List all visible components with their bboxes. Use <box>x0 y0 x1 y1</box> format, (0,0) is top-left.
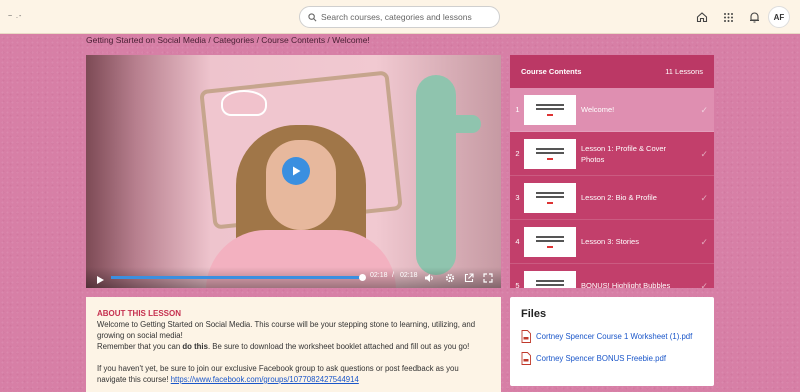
file-name: Cortney Spencer BONUS Freebie.pdf <box>536 354 667 363</box>
lesson-thumbnail <box>524 270 576 288</box>
lesson-count: 11 Lessons <box>665 67 703 76</box>
lesson-number: 5 <box>515 281 520 288</box>
search-input[interactable]: Search courses, categories and lessons <box>299 6 500 28</box>
popout-icon[interactable] <box>463 272 474 283</box>
top-bar: ~ .- Search courses, categories and less… <box>0 0 800 34</box>
file-item[interactable]: Cortney Spencer BONUS Freebie.pdf <box>521 352 703 365</box>
about-lesson-card: ABOUT THIS LESSON Welcome to Getting Sta… <box>86 297 501 392</box>
search-placeholder: Search courses, categories and lessons <box>321 12 472 22</box>
lesson-thumbnail <box>524 94 576 125</box>
lesson-item[interactable]: 2 Lesson 1: Profile & Cover Photos ✓ <box>510 132 714 176</box>
files-card: Files Cortney Spencer Course 1 Worksheet… <box>510 297 714 386</box>
home-icon[interactable] <box>694 9 710 25</box>
lesson-thumbnail <box>524 226 576 257</box>
bell-icon[interactable] <box>746 9 762 25</box>
pdf-file-icon <box>521 352 531 365</box>
control-play-icon[interactable] <box>95 272 105 288</box>
video-progress-handle[interactable] <box>359 274 366 281</box>
avatar[interactable]: AF <box>768 6 790 28</box>
duration: 02:18 <box>400 272 418 279</box>
site-logo[interactable]: ~ .- <box>8 13 22 20</box>
checkmark-icon: ✓ <box>700 149 708 159</box>
checkmark-icon: ✓ <box>700 281 708 288</box>
about-facebook-text: If you haven't yet, be sure to join our … <box>97 363 490 385</box>
lesson-title: Welcome! <box>581 105 615 114</box>
reminder-post: . Be sure to download the worksheet book… <box>207 342 470 351</box>
lesson-number: 1 <box>515 105 520 114</box>
grid-icon[interactable] <box>720 9 736 25</box>
checkmark-icon: ✓ <box>700 237 708 247</box>
checkmark-icon: ✓ <box>700 105 708 115</box>
lesson-number: 4 <box>515 237 520 246</box>
lesson-item[interactable]: 4 Lesson 3: Stories ✓ <box>510 220 714 264</box>
current-time: 02:18 <box>370 272 388 279</box>
about-title: ABOUT THIS LESSON <box>97 309 182 318</box>
play-button[interactable] <box>282 157 310 185</box>
video-person-face <box>266 140 336 230</box>
video-hat-graphic <box>221 90 267 116</box>
lesson-number: 2 <box>515 149 520 158</box>
volume-icon[interactable] <box>424 272 435 283</box>
course-contents-panel: Course Contents 11 Lessons 1 Welcome! ✓ 2 Le… <box>510 55 714 288</box>
fullscreen-icon[interactable] <box>482 272 493 283</box>
lesson-number: 3 <box>515 193 520 202</box>
pdf-file-icon <box>521 330 531 343</box>
file-item[interactable]: Cortney Spencer Course 1 Worksheet (1).p… <box>521 330 703 343</box>
time-separator: / <box>392 272 394 279</box>
facebook-group-link[interactable]: https://www.facebook.com/groups/10770824… <box>171 375 359 384</box>
lesson-list: 1 Welcome! ✓ 2 Lesson 1: Profile & Cover Pho… <box>510 88 714 288</box>
lesson-title: BONUS! Highlight Bubbles <box>581 281 671 288</box>
reminder-bold: do this <box>182 342 208 351</box>
video-progress-fill <box>111 276 362 279</box>
video-controls: 02:18 / 02:18 <box>86 267 501 288</box>
course-contents-header: Course Contents 11 Lessons <box>510 55 714 88</box>
about-intro-text: Welcome to Getting Started on Social Med… <box>97 320 476 340</box>
video-cactus-graphic <box>416 75 456 275</box>
lesson-item[interactable]: 1 Welcome! ✓ <box>510 88 714 132</box>
settings-icon[interactable] <box>444 272 455 283</box>
search-icon <box>308 12 317 21</box>
breadcrumb[interactable]: Getting Started on Social Media / Catego… <box>86 35 370 45</box>
video-cactus-arm-graphic <box>446 115 481 133</box>
file-name: Cortney Spencer Course 1 Worksheet (1).p… <box>536 332 693 341</box>
video-player[interactable]: 02:18 / 02:18 <box>86 55 501 288</box>
lesson-title: Lesson 3: Stories <box>581 237 639 246</box>
lesson-title: Lesson 1: Profile & Cover Photos <box>581 143 667 164</box>
checkmark-icon: ✓ <box>700 193 708 203</box>
files-title: Files <box>521 308 547 320</box>
lesson-title: Lesson 2: Bio & Profile <box>581 193 657 202</box>
video-progress-bar[interactable] <box>111 274 366 281</box>
lesson-thumbnail <box>524 182 576 213</box>
lesson-item[interactable]: 3 Lesson 2: Bio & Profile ✓ <box>510 176 714 220</box>
reminder-pre: Remember that you can <box>97 342 183 351</box>
lesson-thumbnail <box>524 138 576 169</box>
about-reminder-text: Remember that you can do this. Be sure t… <box>97 341 490 352</box>
course-contents-title: Course Contents <box>521 67 582 76</box>
play-icon <box>293 166 301 176</box>
lesson-item[interactable]: 5 BONUS! Highlight Bubbles ✓ <box>510 264 714 288</box>
